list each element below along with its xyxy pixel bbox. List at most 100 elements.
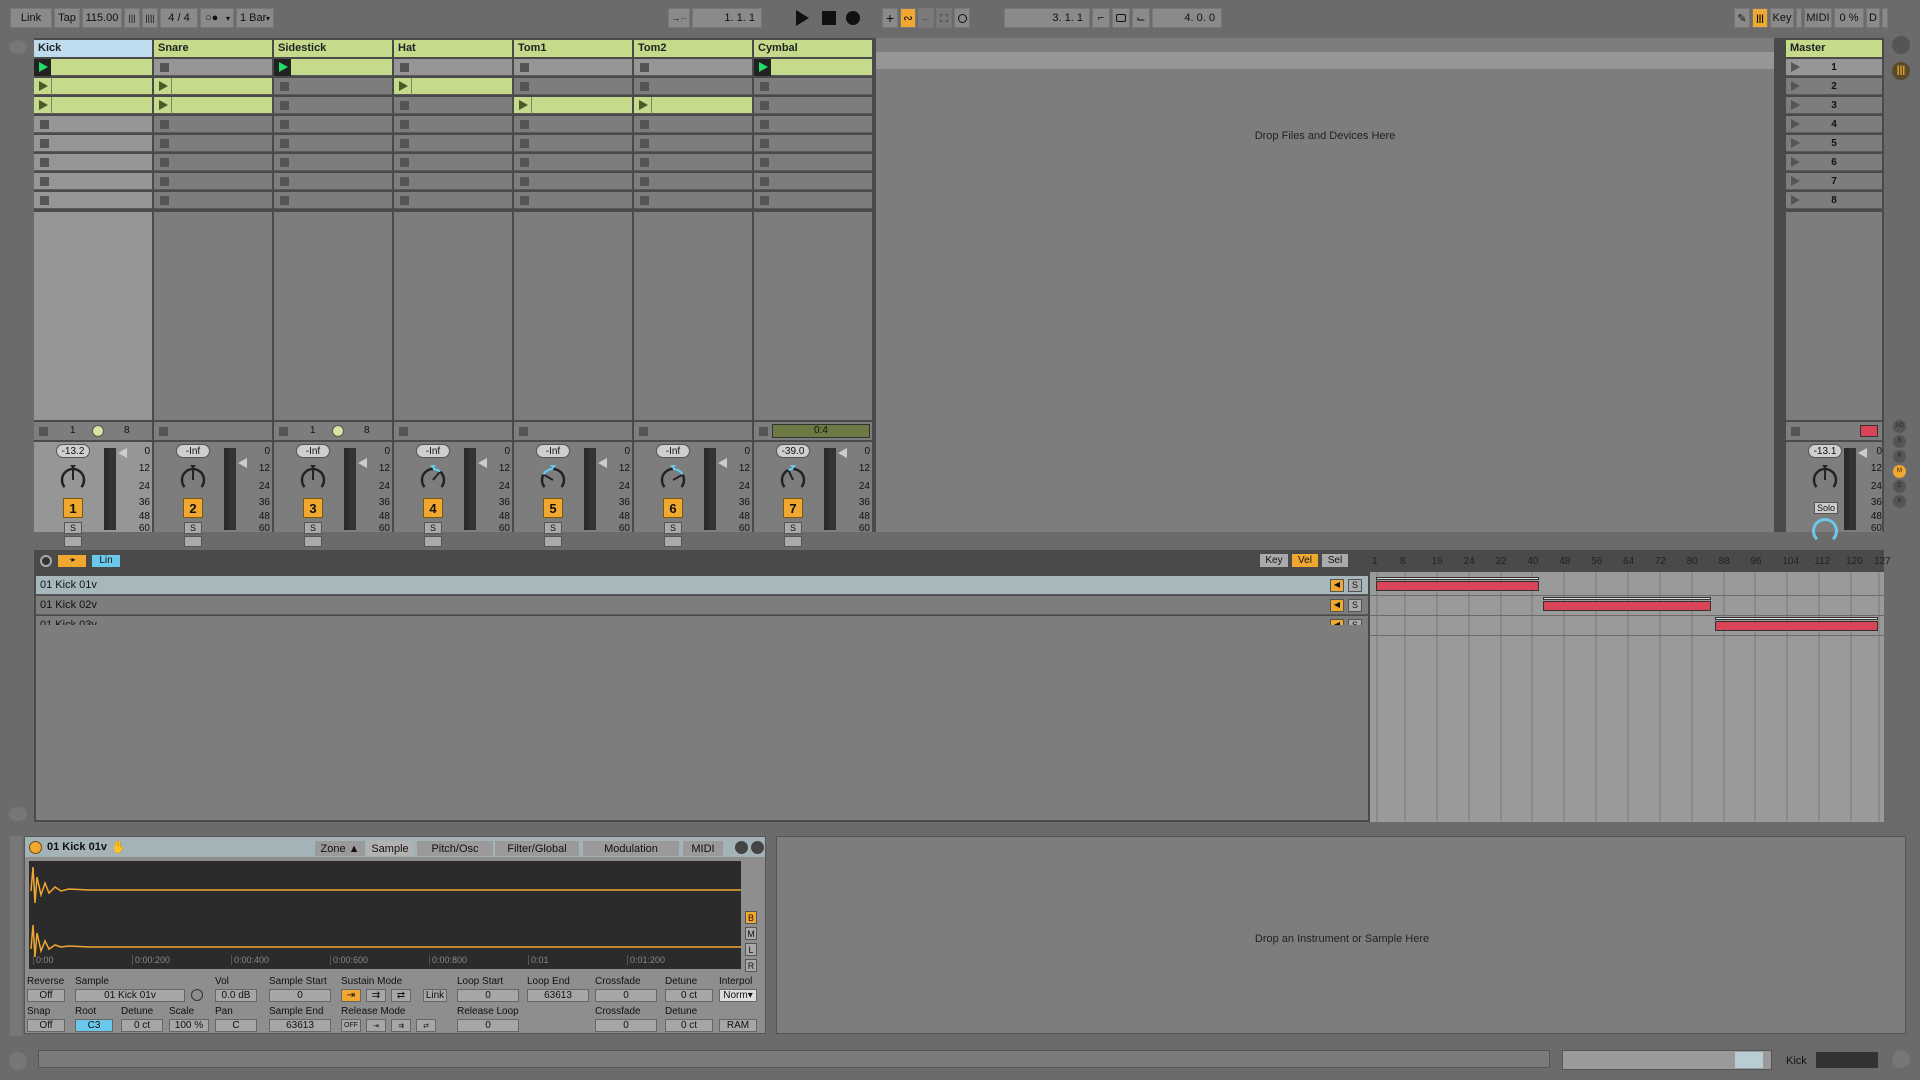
hot-swap-button[interactable] [40,555,52,567]
master-pan-knob[interactable] [1810,464,1840,494]
clip-slot[interactable] [754,59,872,76]
solo-cue-button[interactable]: Solo [1814,502,1838,514]
track-activator-button[interactable]: 6 [663,498,683,518]
clip-stop-icon[interactable] [400,158,409,167]
chain-speaker-button[interactable]: ◀ [1330,579,1344,592]
clip-stop-icon[interactable] [520,120,529,129]
clip-stop-icon[interactable] [40,120,49,129]
show-i-o-button[interactable]: I-O [1893,420,1906,433]
clip-slot[interactable] [514,78,632,95]
device-tab-sample[interactable]: Sample [367,841,413,856]
midi-map-button[interactable]: MIDI [1804,8,1832,28]
clip-slot[interactable] [34,173,152,190]
track-activator-button[interactable]: 4 [423,498,443,518]
arrangement-position-field[interactable]: 1. 1. 1 [692,8,762,28]
clip-slot[interactable] [634,154,752,171]
track-title[interactable]: Hat [394,40,512,57]
chain-row[interactable]: 01 Kick 01v ◀ S [36,576,1368,595]
clip-slot[interactable] [754,78,872,95]
velocity-zone-bar[interactable] [1376,581,1540,591]
auto-select-button[interactable]: ·▸ [58,555,86,567]
crossfade-field[interactable]: 0 [595,989,657,1002]
nudge-down-button[interactable]: ||| [124,8,140,28]
volume-readout[interactable]: -Inf [656,444,690,458]
volume-readout[interactable]: -Inf [536,444,570,458]
clip-stop-icon[interactable] [280,82,289,91]
tap-tempo-button[interactable]: Tap [54,8,80,28]
clip-slot[interactable] [754,135,872,152]
arrangement-view-button[interactable] [1892,36,1910,54]
volume-readout[interactable]: -Inf [176,444,210,458]
scene-launch-button[interactable]: 4 [1786,116,1882,133]
lin-button[interactable]: Lin [92,555,120,567]
pan-field[interactable]: C [215,1019,257,1032]
clip-stop-icon[interactable] [160,63,169,72]
clip-slot[interactable] [154,135,272,152]
release-mode-off-button[interactable]: OFF [341,1019,361,1032]
clip-slot[interactable] [394,173,512,190]
clip-slot[interactable] [34,135,152,152]
automation-arm-button[interactable]: ∾ [900,8,916,28]
device-on-button[interactable] [29,841,42,854]
clip-slot[interactable] [634,59,752,76]
channel-r-button[interactable]: R [745,959,757,972]
velocity-fade-bar[interactable] [1376,577,1540,580]
tempo-field[interactable]: 115.00 [82,8,122,28]
clip-slot[interactable] [634,78,752,95]
solo-button[interactable]: S [424,522,442,534]
sample-start-field[interactable]: 0 [269,989,331,1002]
clip-stop-icon[interactable] [400,177,409,186]
solo-button[interactable]: S [784,522,802,534]
waveform-display[interactable]: 0:00 0:00:200 0:00:400 0:00:600 0:00:800 0:01… [29,861,741,969]
sustain-mode-forward-button[interactable]: ⇉ [366,989,386,1002]
clip-launch-icon[interactable] [39,81,48,91]
interpolation-dropdown[interactable]: Norm▾ [719,989,757,1002]
scene-launch-button[interactable]: 3 [1786,97,1882,114]
clip-slot[interactable] [154,154,272,171]
stop-all-clips-button[interactable] [639,427,648,436]
clip-stop-icon[interactable] [760,177,769,186]
clip-stop-icon[interactable] [520,139,529,148]
clip-launch-icon[interactable] [39,100,48,110]
clip-slot[interactable] [514,154,632,171]
track-title[interactable]: Kick [34,40,152,57]
clip-slot[interactable] [154,97,272,114]
clip-stop-icon[interactable] [280,177,289,186]
clip-stop-icon[interactable] [160,177,169,186]
clip-stop-icon[interactable] [160,120,169,129]
clip-slot[interactable] [274,97,392,114]
punch-in-button[interactable]: ⌐ [1092,8,1110,28]
session-record-button[interactable] [954,8,970,28]
clip-stop-icon[interactable] [520,63,529,72]
track-title[interactable]: Sidestick [274,40,392,57]
chain-solo-button[interactable]: S [1348,599,1362,612]
master-volume-readout[interactable]: -13.1 [1808,444,1842,458]
release-mode-alternate-button[interactable]: ⇄ [416,1019,436,1032]
scene-launch-button[interactable]: 1 [1786,59,1882,76]
velocity-zone-bar[interactable] [1543,601,1711,611]
volume-fader-handle[interactable] [838,448,847,458]
stop-all-clips-button[interactable] [519,427,528,436]
clip-slot[interactable] [634,173,752,190]
save-preset-icon[interactable] [751,841,764,854]
back-to-arrangement-button[interactable]: ← [918,8,934,28]
clip-slot[interactable] [394,192,512,209]
clip-stop-icon[interactable] [640,196,649,205]
channel-m-button[interactable]: M [745,927,757,940]
volume-readout[interactable]: -13.2 [56,444,90,458]
clip-stop-icon[interactable] [400,139,409,148]
chain-row[interactable]: 01 Kick 02v ◀ S [36,596,1368,615]
stop-all-clips-button[interactable] [399,427,408,436]
velocity-fade-bar[interactable] [1543,597,1711,600]
clip-launch-icon[interactable] [159,100,168,110]
clip-slot[interactable] [514,97,632,114]
clip-slot[interactable] [754,173,872,190]
pan-knob[interactable] [538,464,568,494]
release-detune-field[interactable]: 0 ct [665,1019,713,1032]
clip-slot[interactable] [634,116,752,133]
clip-stop-icon[interactable] [400,120,409,129]
track-activator-button[interactable]: 7 [783,498,803,518]
clip-slot[interactable] [34,59,152,76]
clip-slot[interactable] [274,116,392,133]
stop-all-clips-button[interactable] [759,427,768,436]
